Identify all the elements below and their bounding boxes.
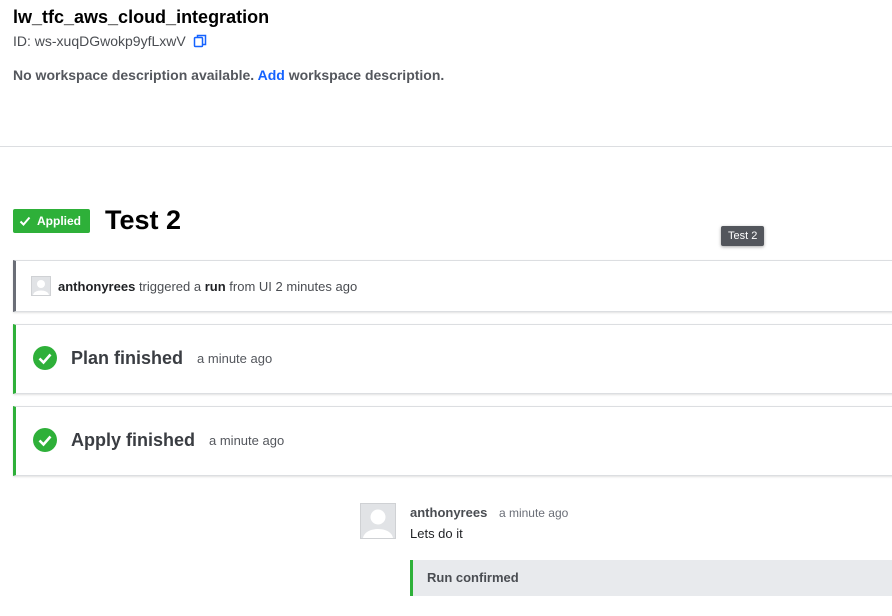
- status-badge: Applied: [13, 208, 90, 233]
- add-description-link[interactable]: Add: [258, 67, 285, 83]
- plan-phase-time: a minute ago: [197, 350, 273, 366]
- run-confirmed-box: Run confirmed: [410, 560, 892, 596]
- check-circle-icon: [33, 428, 57, 452]
- run-title-tooltip: Test 2: [721, 226, 765, 246]
- comment-avatar: [360, 503, 396, 539]
- run-title: Test 2: [105, 205, 182, 235]
- apply-phase-card[interactable]: Apply finished a minute ago: [13, 406, 892, 476]
- workspace-header: lw_tfc_aws_cloud_integration ID: ws-xuqD…: [13, 6, 892, 84]
- trigger-text-2: from UI 2 minutes ago: [229, 278, 358, 294]
- copy-icon[interactable]: [193, 34, 207, 48]
- comment-body: anthonyrees a minute ago Lets do it: [410, 503, 568, 545]
- trigger-run-word: run: [204, 278, 226, 294]
- comment-time: a minute ago: [498, 506, 569, 520]
- check-icon: [19, 216, 31, 226]
- trigger-user[interactable]: anthonyrees: [58, 279, 135, 294]
- trigger-text-a: triggered a: [138, 278, 202, 294]
- comment-text: Lets do it: [410, 526, 463, 541]
- workspace-description: No workspace description available. Add …: [13, 66, 892, 84]
- workspace-id-row: ID: ws-xuqDGwokp9yfLxwV: [13, 32, 892, 50]
- trigger-event-card: anthonyrees triggered a run from UI 2 mi…: [13, 260, 892, 312]
- avatar-silhouette-icon: [33, 280, 49, 295]
- user-avatar: [31, 276, 51, 296]
- section-divider: [0, 146, 892, 147]
- workspace-title: lw_tfc_aws_cloud_integration: [13, 7, 270, 27]
- plan-phase-row: Plan finished a minute ago: [33, 346, 272, 370]
- comment-header: anthonyrees a minute ago: [410, 503, 568, 523]
- apply-phase-label: Apply finished: [71, 429, 196, 450]
- avatar-silhouette-icon: [363, 509, 393, 538]
- status-label: Applied: [37, 213, 81, 228]
- run-header: Applied Test 2: [13, 205, 181, 236]
- apply-phase-time: a minute ago: [209, 432, 285, 448]
- description-suffix: workspace description.: [288, 67, 445, 83]
- plan-phase-card[interactable]: Plan finished a minute ago: [13, 324, 892, 394]
- run-page: lw_tfc_aws_cloud_integration ID: ws-xuqD…: [0, 0, 892, 616]
- trigger-event-row: anthonyrees triggered a run from UI 2 mi…: [31, 276, 357, 296]
- comment: anthonyrees a minute ago Lets do it: [360, 503, 568, 545]
- description-prefix: No workspace description available.: [13, 67, 255, 83]
- apply-phase-row: Apply finished a minute ago: [33, 428, 284, 452]
- workspace-id: ID: ws-xuqDGwokp9yfLxwV: [13, 33, 186, 49]
- check-circle-icon: [33, 346, 57, 370]
- plan-phase-label: Plan finished: [71, 347, 184, 368]
- comment-author[interactable]: anthonyrees: [410, 505, 487, 520]
